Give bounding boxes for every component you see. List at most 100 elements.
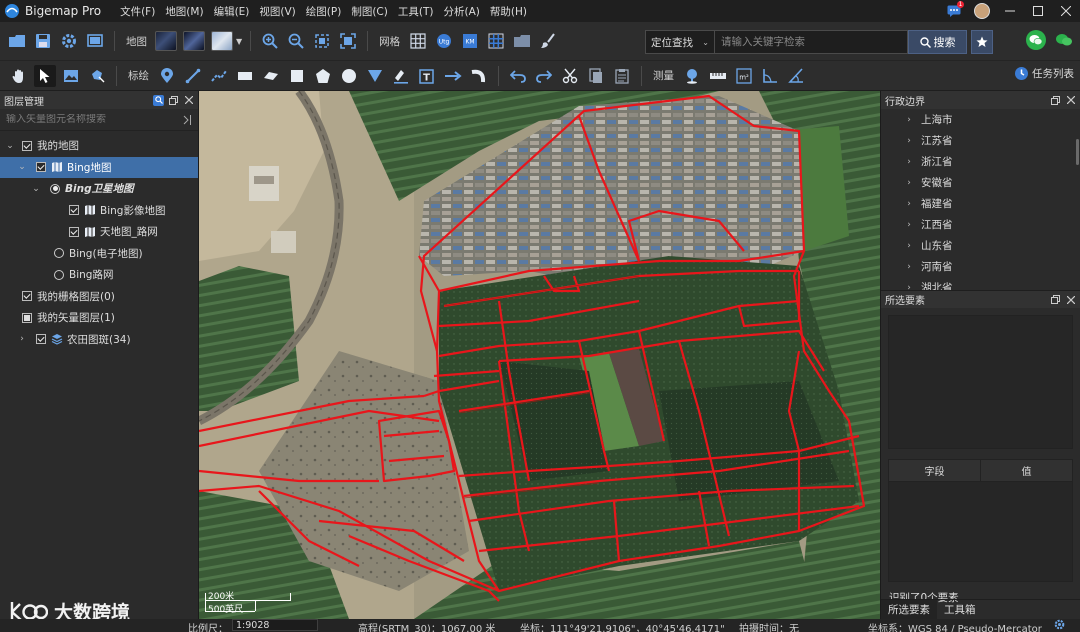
draw-polyline-button[interactable]	[208, 65, 230, 87]
measure-bearing-button[interactable]	[785, 65, 807, 87]
menu-tools[interactable]: 工具(T)	[393, 4, 439, 19]
layer-checkbox[interactable]	[36, 334, 46, 345]
menu-edit[interactable]: 编辑(E)	[209, 4, 255, 19]
clear-button[interactable]	[537, 30, 559, 52]
draw-polygon-button[interactable]	[312, 65, 334, 87]
minimize-button[interactable]	[996, 0, 1024, 22]
tree-node-farmland-parcels[interactable]: › 农田图斑(34)	[0, 329, 198, 351]
admin-item-jiangsu[interactable]: › 江苏省	[881, 130, 1080, 151]
tab-selected-features[interactable]: 所选要素	[881, 600, 937, 619]
admin-item-shandong[interactable]: › 山东省	[881, 235, 1080, 256]
draw-text-line-button[interactable]	[390, 65, 412, 87]
image-select-button[interactable]	[60, 65, 82, 87]
grid-button[interactable]	[407, 30, 429, 52]
layer-checkbox[interactable]	[22, 291, 32, 302]
tree-node-tianditu-roads[interactable]: 天地图_路网	[0, 221, 198, 243]
admin-item-henan[interactable]: › 河南省	[881, 256, 1080, 277]
admin-list-scrollbar[interactable]	[1076, 139, 1079, 165]
menu-cartography[interactable]: 制图(C)	[346, 4, 393, 19]
admin-item-zhejiang[interactable]: › 浙江省	[881, 151, 1080, 172]
message-button[interactable]: 1	[940, 0, 968, 22]
search-button[interactable]: 搜索	[908, 30, 967, 54]
undock-button[interactable]	[1050, 294, 1061, 305]
paste-button[interactable]	[611, 65, 633, 87]
full-extent-button[interactable]	[337, 30, 359, 52]
selected-features-list[interactable]	[888, 315, 1073, 449]
measure-area-button[interactable]: m²	[733, 65, 755, 87]
admin-item-anhui[interactable]: › 安徽省	[881, 172, 1080, 193]
layer-checkbox[interactable]	[22, 140, 32, 151]
draw-text-button[interactable]: T	[416, 65, 438, 87]
admin-item-hubei[interactable]: › 湖北省	[881, 277, 1080, 290]
menu-view[interactable]: 视图(V)	[254, 4, 300, 19]
redo-button[interactable]	[533, 65, 555, 87]
layer-checkbox[interactable]	[22, 312, 32, 323]
cut-button[interactable]	[559, 65, 581, 87]
draw-sector-button[interactable]	[364, 65, 386, 87]
map-source-dropdown-chevron-icon[interactable]: ▼	[236, 37, 242, 46]
zoom-in-button[interactable]	[259, 30, 281, 52]
measure-distance-button[interactable]	[707, 65, 729, 87]
tab-toolbox[interactable]: 工具箱	[937, 600, 983, 619]
menu-help[interactable]: 帮助(H)	[485, 4, 532, 19]
km-grid-button[interactable]: KM	[459, 30, 481, 52]
undo-button[interactable]	[507, 65, 529, 87]
admin-item-fujian[interactable]: › 福建省	[881, 193, 1080, 214]
draw-point-button[interactable]	[156, 65, 178, 87]
column-value[interactable]: 值	[981, 460, 1072, 481]
map-view[interactable]: 200米 500英尺	[199, 91, 880, 619]
tree-node-raster-layers[interactable]: 我的栅格图层(0)	[0, 286, 198, 308]
satellite-map-alt-thumb[interactable]	[183, 31, 205, 51]
chevron-down-icon[interactable]: ⌄	[16, 162, 28, 172]
tree-node-bing-imagery[interactable]: Bing影像地图	[0, 200, 198, 222]
column-field[interactable]: 字段	[889, 460, 981, 481]
zoom-out-button[interactable]	[285, 30, 307, 52]
folder-grid-button[interactable]	[511, 30, 533, 52]
wechat-button[interactable]	[1026, 30, 1046, 50]
menu-draw[interactable]: 绘图(P)	[301, 4, 347, 19]
chevron-right-icon[interactable]: ›	[16, 334, 28, 344]
close-panel-button[interactable]	[1065, 294, 1076, 305]
crs-readout[interactable]: 坐标系：WGS 84 / Pseudo-Mercator	[868, 620, 1042, 632]
layer-checkbox[interactable]	[69, 205, 79, 216]
layer-search-toggle-button[interactable]	[153, 94, 164, 106]
draw-rectangle-button[interactable]	[234, 65, 256, 87]
tile-grid-button[interactable]	[485, 30, 507, 52]
tree-node-bing-roads[interactable]: Bing路网	[0, 264, 198, 286]
tree-node-bing-satellite[interactable]: ⌄ Bing卫星地图	[0, 178, 198, 200]
task-list-button[interactable]: 任务列表	[1014, 66, 1074, 81]
search-input[interactable]	[715, 30, 908, 54]
admin-item-jiangxi[interactable]: › 江西省	[881, 214, 1080, 235]
menu-file[interactable]: 文件(F)	[115, 4, 160, 19]
draw-line-button[interactable]	[182, 65, 204, 87]
layer-search-input[interactable]	[6, 114, 176, 125]
layer-radio[interactable]	[54, 248, 64, 259]
tree-node-my-map[interactable]: ⌄ 我的地图	[0, 135, 198, 157]
undock-button[interactable]	[1050, 95, 1061, 106]
collapse-right-icon[interactable]	[183, 114, 192, 125]
menu-map[interactable]: 地图(M)	[160, 4, 208, 19]
settings-button[interactable]	[58, 30, 80, 52]
tree-node-bing-map[interactable]: ⌄ Bing地图	[0, 156, 198, 178]
close-panel-button[interactable]	[1065, 95, 1076, 106]
copy-button[interactable]	[585, 65, 607, 87]
satellite-map-thumb[interactable]	[155, 31, 177, 51]
search-mode-dropdown[interactable]: 定位查找 ⌄	[645, 30, 715, 54]
save-button[interactable]	[32, 30, 54, 52]
chevron-down-icon[interactable]: ⌄	[30, 184, 42, 194]
layer-radio[interactable]	[54, 269, 64, 280]
menu-analysis[interactable]: 分析(A)	[438, 4, 484, 19]
pan-tool-button[interactable]	[8, 65, 30, 87]
undock-button[interactable]	[168, 95, 179, 106]
user-avatar-button[interactable]	[968, 0, 996, 22]
measure-angle-button[interactable]	[759, 65, 781, 87]
draw-square-button[interactable]	[286, 65, 308, 87]
select-tool-button[interactable]	[34, 64, 56, 87]
draw-circle-button[interactable]	[338, 65, 360, 87]
draw-freeform-button[interactable]	[260, 65, 282, 87]
polygon-select-button[interactable]	[86, 65, 108, 87]
close-window-button[interactable]	[1052, 0, 1080, 22]
admin-item-shanghai[interactable]: › 上海市	[881, 109, 1080, 130]
road-map-thumb[interactable]	[211, 31, 233, 51]
maximize-button[interactable]	[1024, 0, 1052, 22]
